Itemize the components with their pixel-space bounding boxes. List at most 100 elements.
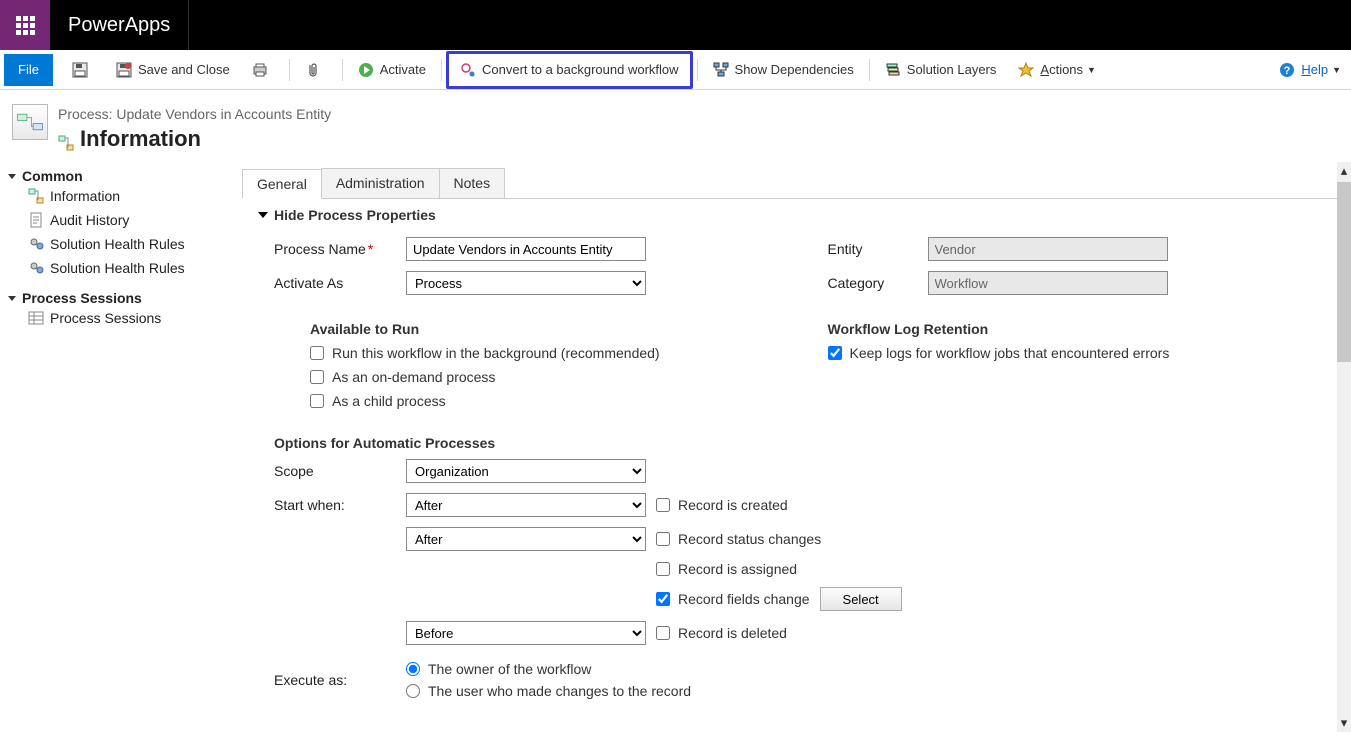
sidebar-item-solution-health-2[interactable]: Solution Health Rules xyxy=(8,256,230,280)
record-deleted-label: Record is deleted xyxy=(678,625,787,641)
category-label: Category xyxy=(828,275,928,291)
grid-icon xyxy=(28,310,44,326)
section-toggle-label: Hide Process Properties xyxy=(274,207,436,223)
process-name-input[interactable] xyxy=(406,237,646,261)
save-and-close-button[interactable]: Save and Close xyxy=(105,56,241,84)
file-button[interactable]: File xyxy=(4,54,53,86)
record-fields-checkbox[interactable] xyxy=(656,592,670,606)
scroll-up-arrow[interactable]: ▴ xyxy=(1337,162,1351,180)
record-created-label: Record is created xyxy=(678,497,788,513)
save-close-label: Save and Close xyxy=(138,62,230,77)
brand-title: PowerApps xyxy=(50,14,188,37)
record-status-checkbox[interactable] xyxy=(656,532,670,546)
record-status-label: Record status changes xyxy=(678,531,821,547)
sidebar-item-process-sessions[interactable]: Process Sessions xyxy=(8,306,230,330)
attachment-icon xyxy=(305,62,321,78)
sidebar-common-label: Common xyxy=(22,168,83,184)
process-header-icon xyxy=(12,104,48,140)
auto-options-heading: Options for Automatic Processes xyxy=(274,435,1341,451)
scrollbar-thumb[interactable] xyxy=(1337,182,1351,362)
show-dependencies-button[interactable]: Show Dependencies xyxy=(702,56,865,84)
actions-dropdown[interactable]: Actions ▼ xyxy=(1007,56,1107,84)
child-process-checkbox[interactable] xyxy=(310,394,324,408)
brand-divider xyxy=(188,0,189,50)
help-label-tail: elp xyxy=(1311,62,1328,77)
help-icon: ? xyxy=(1279,62,1295,78)
log-retention-heading: Workflow Log Retention xyxy=(828,321,1342,337)
sidebar-item-solution-health-1[interactable]: Solution Health Rules xyxy=(8,232,230,256)
waffle-icon xyxy=(16,16,35,35)
run-background-checkbox[interactable] xyxy=(310,346,324,360)
triangle-down-icon xyxy=(258,212,268,218)
sidebar-item-audit-history[interactable]: Audit History xyxy=(8,208,230,232)
execute-as-label: Execute as: xyxy=(274,672,406,688)
tab-notes[interactable]: Notes xyxy=(439,168,506,198)
ribbon-divider xyxy=(697,59,698,81)
caret-down-icon xyxy=(8,296,16,301)
breadcrumb: Process: Update Vendors in Accounts Enti… xyxy=(58,106,331,122)
record-assigned-label: Record is assigned xyxy=(678,561,797,577)
actions-icon xyxy=(1018,62,1034,78)
convert-icon xyxy=(460,62,476,78)
start-when-select-2[interactable]: After xyxy=(406,527,646,551)
keep-logs-label: Keep logs for workflow jobs that encount… xyxy=(850,345,1170,361)
convert-workflow-button-highlighted: Convert to a background workflow xyxy=(446,51,693,89)
document-icon xyxy=(28,212,44,228)
start-when-select-3[interactable]: Before xyxy=(406,621,646,645)
scope-select[interactable]: Organization xyxy=(406,459,646,483)
activate-as-label: Activate As xyxy=(274,275,406,291)
start-when-select-1[interactable]: After xyxy=(406,493,646,517)
execute-user-label: The user who made changes to the record xyxy=(428,683,691,699)
sidebar-section-common[interactable]: Common xyxy=(8,168,230,184)
scope-label: Scope xyxy=(274,463,406,479)
sidebar-item-label: Process Sessions xyxy=(50,310,161,326)
sidebar-item-information[interactable]: Information xyxy=(8,184,230,208)
convert-workflow-button[interactable]: Convert to a background workflow xyxy=(459,56,680,84)
save-icon xyxy=(72,62,88,78)
page-header: Process: Update Vendors in Accounts Enti… xyxy=(0,90,1351,162)
record-assigned-checkbox[interactable] xyxy=(656,562,670,576)
record-deleted-checkbox[interactable] xyxy=(656,626,670,640)
sidebar-item-label: Solution Health Rules xyxy=(50,236,185,252)
execute-user-radio[interactable] xyxy=(406,684,420,698)
start-when-label: Start when: xyxy=(274,497,406,513)
info-icon xyxy=(28,188,44,204)
tab-general[interactable]: General xyxy=(242,169,322,199)
print-icon xyxy=(252,62,268,78)
child-process-label: As a child process xyxy=(332,393,446,409)
health-icon xyxy=(28,236,44,252)
sidebar-item-label: Audit History xyxy=(50,212,129,228)
on-demand-checkbox[interactable] xyxy=(310,370,324,384)
solution-layers-button[interactable]: Solution Layers xyxy=(874,56,1008,84)
execute-owner-radio[interactable] xyxy=(406,662,420,676)
save-close-icon xyxy=(116,62,132,78)
page-title: Information xyxy=(80,126,201,152)
sidebar-item-label: Solution Health Rules xyxy=(50,260,185,276)
ribbon-divider xyxy=(441,59,442,81)
dependencies-icon xyxy=(713,62,729,78)
print-button[interactable] xyxy=(241,56,285,84)
app-launcher-button[interactable] xyxy=(0,0,50,50)
ribbon-divider xyxy=(342,59,343,81)
left-nav: Common Information Audit History Solutio… xyxy=(0,162,238,732)
scrollbar-track[interactable]: ▴ ▾ xyxy=(1337,162,1351,732)
top-bar: PowerApps xyxy=(0,0,1351,50)
help-link[interactable]: ? Help ▼ xyxy=(1279,62,1341,78)
sidebar-section-sessions[interactable]: Process Sessions xyxy=(8,290,230,306)
attach-button[interactable] xyxy=(294,56,338,84)
activate-as-select[interactable]: Process xyxy=(406,271,646,295)
select-fields-button[interactable]: Select xyxy=(820,587,902,611)
record-created-checkbox[interactable] xyxy=(656,498,670,512)
activate-label: Activate xyxy=(380,62,426,77)
activate-button[interactable]: Activate xyxy=(347,56,437,84)
scroll-down-arrow[interactable]: ▾ xyxy=(1337,714,1351,732)
entity-field xyxy=(928,237,1168,261)
tab-administration[interactable]: Administration xyxy=(321,168,440,198)
convert-label: Convert to a background workflow xyxy=(482,62,679,77)
save-button[interactable] xyxy=(61,56,105,84)
hide-properties-toggle[interactable]: Hide Process Properties xyxy=(258,207,1341,223)
ribbon-toolbar: File Save and Close Activate Co xyxy=(0,50,1351,90)
keep-logs-checkbox[interactable] xyxy=(828,346,842,360)
actions-label-tail: ctions xyxy=(1049,62,1083,77)
chevron-down-icon: ▼ xyxy=(1332,65,1341,75)
